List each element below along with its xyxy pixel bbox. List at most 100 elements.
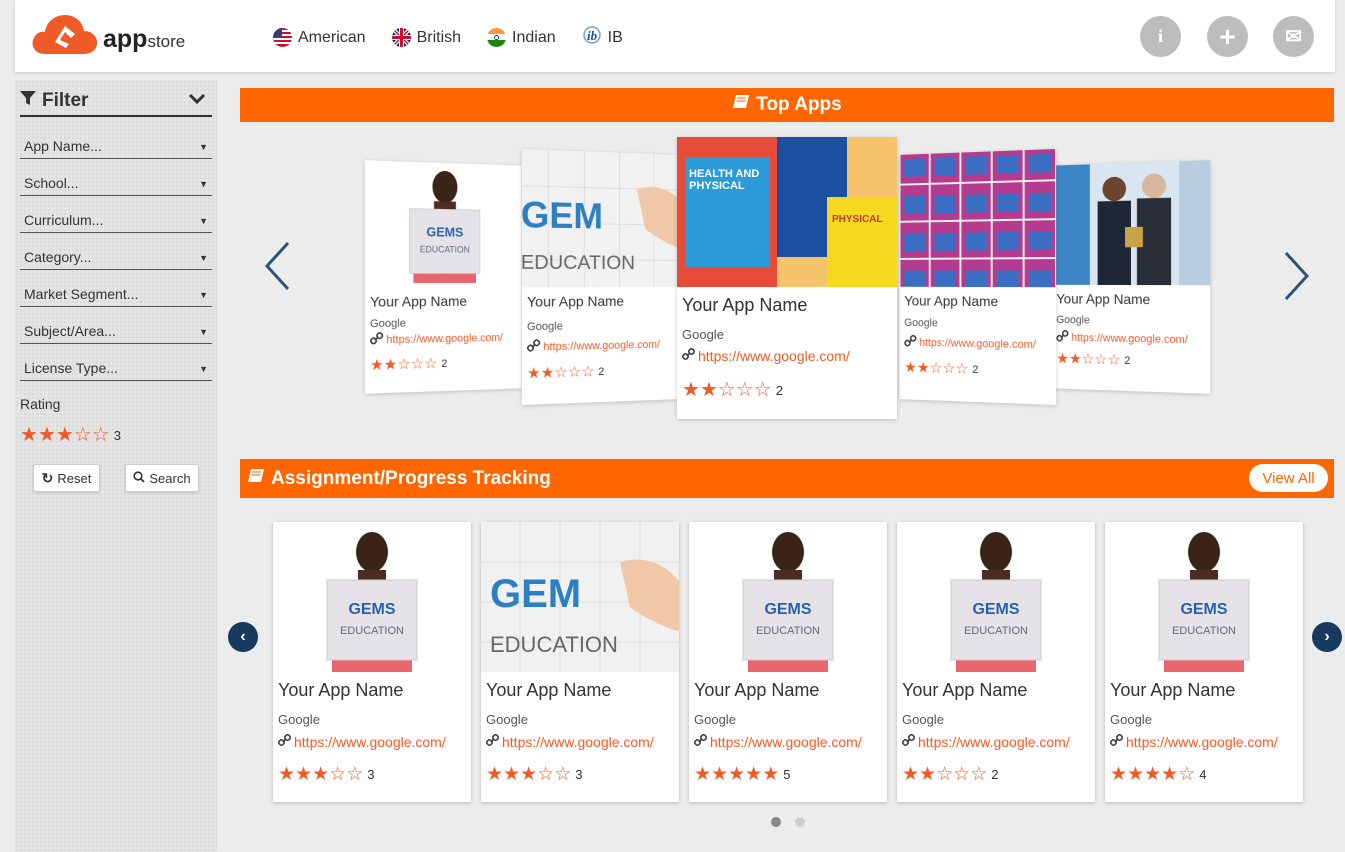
app-link[interactable]: https://www.google.com/ (527, 337, 660, 356)
app-thumbnail[interactable] (1051, 160, 1211, 301)
select-value: Curriculum... (24, 212, 104, 228)
app-url[interactable]: https://www.google.com/ (918, 734, 1070, 750)
assignment-title: Assignment/Progress Tracking (271, 467, 551, 489)
nav-item-ib[interactable]: ib IB (582, 25, 623, 50)
caret-down-icon: ▼ (199, 253, 208, 263)
app-thumbnail[interactable]: GEMS EDUCATION (1105, 522, 1303, 672)
assignment-prev-button[interactable]: ‹ (228, 622, 258, 652)
app-thumbnail[interactable]: GEM EDUCATION (521, 148, 679, 287)
info-button[interactable]: i (1140, 16, 1181, 57)
app-card[interactable]: GEM EDUCATION Your App Name Google https://w… (521, 148, 679, 406)
app-link[interactable]: https://www.google.com/ (1056, 330, 1188, 348)
app-name[interactable]: Your App Name (278, 680, 403, 701)
rating-count: 2 (1124, 354, 1131, 367)
caret-down-icon: ▼ (199, 364, 208, 374)
uk-flag-icon (391, 28, 411, 47)
app-card[interactable]: GEMS EDUCATION Your App Name Google https://… (689, 522, 887, 802)
app-name[interactable]: Your App Name (527, 293, 624, 310)
app-card[interactable]: GEMS EDUCATION Your App Name Google https://… (273, 522, 471, 802)
app-thumbnail[interactable] (899, 148, 1057, 296)
app-link[interactable]: https://www.google.com/ (904, 335, 1036, 354)
app-card[interactable]: GEMS EDUCATION Your App Name Google https://… (897, 522, 1095, 802)
app-link[interactable]: https://www.google.com/ (902, 734, 1070, 750)
app-link[interactable]: https://www.google.com/ (1110, 734, 1278, 750)
svg-text:GEMS: GEMS (348, 601, 395, 618)
app-thumbnail[interactable]: GEM EDUCATION (481, 522, 679, 672)
rating-stars[interactable]: ★ ★ ★ ☆ ☆ (20, 425, 110, 445)
search-button[interactable]: Search (125, 464, 199, 492)
app-rating: ★ ★ ☆ ☆ ☆ 2 (370, 355, 447, 374)
app-url[interactable]: https://www.google.com/ (919, 337, 1036, 351)
app-card[interactable]: GEM EDUCATION Your App Name Google https://w… (481, 522, 679, 802)
app-card[interactable]: Your App Name Google https://www.google.co… (899, 148, 1057, 406)
app-link[interactable]: https://www.google.com/ (694, 734, 862, 750)
svg-text:HEALTH AND: HEALTH AND (689, 168, 759, 180)
subject-area-select[interactable]: Subject/Area... ▼ (20, 319, 212, 344)
app-name[interactable]: Your App Name (682, 295, 807, 316)
rating-filter[interactable]: ★ ★ ★ ☆ ☆ 3 (20, 425, 121, 445)
top-apps-header: Top Apps (240, 88, 1334, 122)
app-url[interactable]: https://www.google.com/ (1126, 734, 1278, 750)
app-url[interactable]: https://www.google.com/ (386, 332, 503, 346)
reset-button[interactable]: ↻ Reset (33, 464, 100, 492)
app-url[interactable]: https://www.google.com/ (502, 734, 654, 750)
app-thumbnail[interactable]: GEMS EDUCATION (897, 522, 1095, 672)
app-rating: ★ ★ ☆ ☆ ☆ 2 (1056, 350, 1131, 368)
view-all-button[interactable]: View All (1249, 464, 1328, 492)
add-button[interactable]: + (1207, 16, 1248, 57)
chevron-right-icon: › (1324, 628, 1330, 645)
star-empty-icon: ☆ (567, 363, 582, 382)
app-link[interactable]: https://www.google.com/ (682, 348, 850, 364)
market-segment-select[interactable]: Market Segment... ▼ (20, 282, 212, 307)
star-filled-icon: ★ (383, 356, 398, 374)
carousel-prev-arrow[interactable] (262, 240, 292, 305)
app-card[interactable]: GEMS EDUCATION Your App Name Google https://… (364, 160, 522, 394)
app-thumbnail[interactable]: GEMS EDUCATION (364, 160, 522, 284)
select-value: School... (24, 175, 79, 191)
app-url[interactable]: https://www.google.com/ (698, 348, 850, 364)
app-name[interactable]: Your App Name (902, 680, 1027, 701)
license-type-select[interactable]: License Type... ▼ (20, 356, 212, 381)
app-store-logo[interactable]: appstore (31, 12, 185, 56)
app-name[interactable]: Your App Name (904, 293, 998, 310)
filter-header[interactable]: Filter (20, 86, 212, 117)
app-name[interactable]: Your App Name (1056, 291, 1150, 308)
mail-button[interactable]: ✉ (1273, 16, 1314, 57)
app-name[interactable]: Your App Name (694, 680, 819, 701)
assignment-next-button[interactable]: › (1312, 622, 1342, 652)
link-icon (682, 348, 695, 364)
app-url[interactable]: https://www.google.com/ (294, 734, 446, 750)
curriculum-select[interactable]: Curriculum... ▼ (20, 208, 212, 233)
star-empty-icon: ☆ (717, 379, 736, 401)
carousel-next-arrow[interactable] (1282, 250, 1312, 315)
pagination-dot-1[interactable] (771, 817, 781, 827)
app-card[interactable]: Your App Name Google https://www.google.co… (1051, 160, 1211, 394)
app-name[interactable]: Your App Name (486, 680, 611, 701)
app-card[interactable]: HEALTH AND PHYSICAL PHYSICAL Your App Name G… (677, 137, 897, 419)
app-name[interactable]: Your App Name (370, 293, 467, 310)
app-rating: ★ ★ ★ ☆ ☆ 3 (486, 765, 582, 784)
nav-item-british[interactable]: British (391, 25, 461, 50)
app-name[interactable]: Your App Name (1110, 680, 1235, 701)
school-select[interactable]: School... ▼ (20, 171, 212, 196)
nav-item-american[interactable]: American (273, 25, 366, 50)
select-value: Market Segment... (24, 286, 139, 302)
pagination-dot-2[interactable] (795, 817, 805, 827)
app-name-select[interactable]: App Name... ▼ (20, 134, 212, 159)
category-select[interactable]: Category... ▼ (20, 245, 212, 270)
star-filled-icon: ★ (919, 764, 937, 785)
nav-item-indian[interactable]: Indian (487, 25, 556, 50)
star-empty-icon: ☆ (73, 424, 92, 446)
app-url[interactable]: https://www.google.com/ (1071, 332, 1188, 346)
app-link[interactable]: https://www.google.com/ (278, 734, 446, 750)
star-empty-icon: ☆ (942, 360, 956, 378)
app-thumbnail[interactable]: HEALTH AND PHYSICAL PHYSICAL (677, 137, 897, 287)
app-card[interactable]: GEMS EDUCATION Your App Name Google https://… (1105, 522, 1303, 802)
app-link[interactable]: https://www.google.com/ (370, 330, 503, 349)
app-url[interactable]: https://www.google.com/ (710, 734, 862, 750)
app-url[interactable]: https://www.google.com/ (543, 339, 660, 353)
chevron-down-icon[interactable] (188, 92, 206, 110)
app-thumbnail[interactable]: GEMS EDUCATION (273, 522, 471, 672)
app-thumbnail[interactable]: GEMS EDUCATION (689, 522, 887, 672)
app-link[interactable]: https://www.google.com/ (486, 734, 654, 750)
